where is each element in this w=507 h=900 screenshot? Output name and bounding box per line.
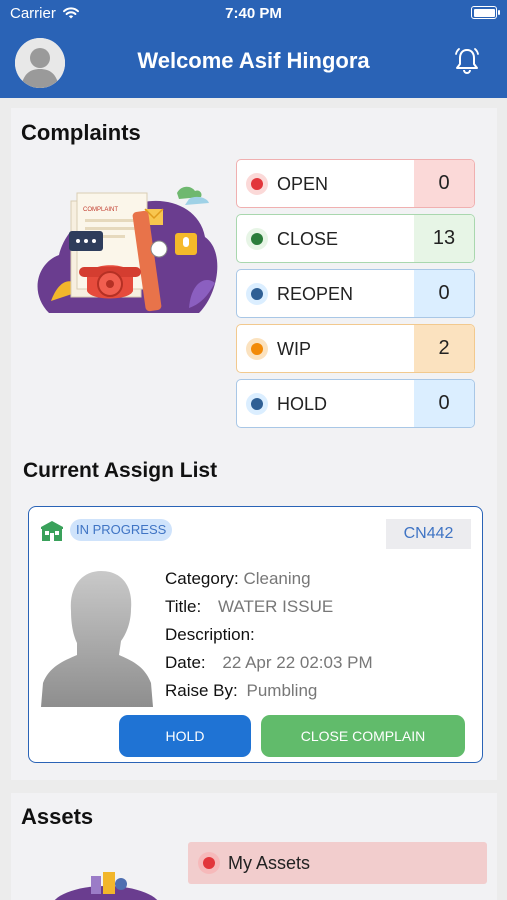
illustration-text: COMPLAINT [83,207,118,213]
status-badge: IN PROGRESS [70,519,173,541]
description-label: Description: [165,625,255,644]
category-value: Cleaning [243,569,311,588]
my-assets-label: My Assets [228,853,311,873]
stat-open[interactable]: OPEN 0 [236,159,475,208]
stat-label: CLOSE [277,229,339,249]
assets-card: Assets My Assets [11,793,497,900]
date-label: Date: [165,653,206,672]
stat-count: 0 [414,380,474,427]
category-label: Category: [165,569,239,588]
status-dot-icon [246,283,268,305]
stat-count: 2 [414,325,474,372]
notification-bell-icon[interactable] [452,46,482,81]
stat-count: 0 [414,160,474,207]
my-assets-item[interactable]: My Assets [188,842,487,884]
battery-icon [471,6,500,19]
status-dot-icon [246,173,268,195]
status-dot-icon [246,228,268,250]
status-dot-icon [246,393,268,415]
date-row: Date: 22 Apr 22 02:03 PM [165,653,373,673]
category-row: Category: Cleaning [165,569,311,589]
stat-wip[interactable]: WIP 2 [236,324,475,373]
stat-close[interactable]: CLOSE 13 [236,214,475,263]
assets-illustration [41,868,171,900]
title-value: WATER ISSUE [217,597,334,616]
status-dot-icon [198,852,220,874]
stat-reopen[interactable]: REOPEN 0 [236,269,475,318]
close-complain-button[interactable]: CLOSE COMPLAIN [261,715,465,757]
stat-label: OPEN [277,174,329,194]
building-icon [39,519,65,548]
complaints-card: Complaints COMPLAINT OPEN 0 CLOSE 13 REO… [11,108,497,780]
title-row: Title: WATER ISSUE [165,597,333,617]
complaints-title: Complaints [21,120,141,145]
stat-label: REOPEN [277,284,354,304]
complaint-number: CN442 [386,519,471,549]
hold-button[interactable]: HOLD [119,715,251,757]
raised-by-row: Raise By: Pumbling [165,681,317,701]
stat-label: HOLD [277,394,328,414]
clock: 7:40 PM [225,5,282,22]
assigned-complaint-card[interactable]: IN PROGRESS CN442 Category: Cleaning Tit… [28,506,483,763]
complaint-illustration: COMPLAINT [29,183,219,318]
stat-hold[interactable]: HOLD 0 [236,379,475,428]
stat-count: 0 [414,270,474,317]
assign-list-title: Current Assign List [23,459,218,482]
welcome-title: Welcome Asif Hingora [137,48,370,73]
stat-count: 13 [414,215,474,262]
title-label: Title: [165,597,202,616]
assets-title: Assets [21,804,94,829]
raised-by-value: Pumbling [246,681,318,700]
assignee-photo [41,563,153,707]
status-dot-icon [246,338,268,360]
date-value: 22 Apr 22 02:03 PM [222,653,373,672]
raised-by-label: Raise By: [165,681,238,700]
description-row: Description: [165,625,255,645]
status-bar: Carrier 7:40 PM [0,0,507,28]
stat-label: WIP [277,339,311,359]
app-header: Carrier 7:40 PM Welcome Asif Hingora [0,0,507,98]
